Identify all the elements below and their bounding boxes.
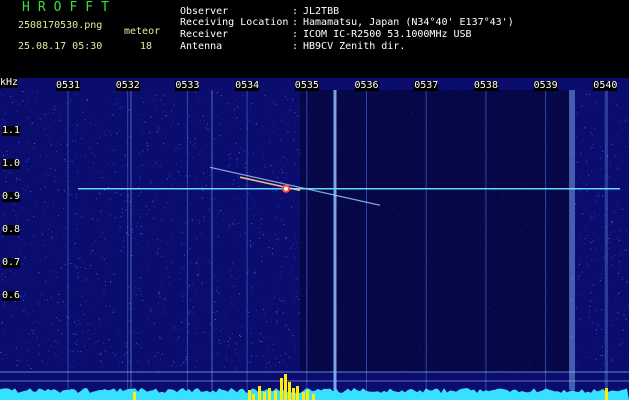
y-axis-unit: kHz	[0, 78, 19, 88]
signal-level-bar	[274, 391, 277, 400]
x-tick-label: 0535	[294, 80, 319, 91]
antenna-value: HB9CV Zenith dir.	[303, 41, 406, 52]
app-title: HROFFT	[22, 0, 117, 15]
location-label: Receiving Location	[180, 17, 289, 28]
x-tick-label: 0536	[354, 80, 379, 91]
signal-level-bar	[306, 390, 309, 400]
signal-level-bar	[292, 388, 295, 400]
y-tick-label: 1.1	[2, 125, 21, 136]
interference-streak	[211, 90, 213, 390]
y-tick-label: 0.6	[2, 290, 21, 301]
x-tick-label: 0533	[175, 80, 200, 91]
signal-level-bar	[288, 382, 291, 400]
signal-level-bar	[312, 394, 315, 400]
x-tick-label: 0537	[414, 80, 439, 91]
signal-level-bar	[248, 390, 251, 400]
signal-level-bar	[133, 392, 136, 400]
receiver-colon: :	[292, 29, 299, 40]
datetime-label: 25.08.17 05:30	[18, 41, 103, 52]
y-tick-label: 0.9	[2, 191, 21, 202]
antenna-label: Antenna	[180, 41, 223, 52]
spectrogram-plot: kHz 0531 0532 0533 0534 0535 0536 0537 0538 0539…	[0, 78, 629, 400]
y-tick-label: 0.7	[2, 257, 21, 268]
x-tick-label: 0531	[56, 80, 81, 91]
signal-level-bar	[258, 386, 261, 400]
meteor-head-core	[284, 186, 288, 191]
interference-streak	[569, 90, 575, 390]
antenna-colon: :	[292, 41, 299, 52]
spectrogram-canvas	[0, 90, 629, 400]
x-tick-label: 0538	[473, 80, 498, 91]
location-value: Hamamatsu, Japan (N34°40' E137°43')	[303, 17, 514, 28]
signal-level-bar	[268, 388, 271, 400]
interference-streak	[130, 90, 132, 390]
signal-level-bar	[280, 378, 283, 400]
header-panel: HROFFT 2508170530.png meteor 25.08.17 05…	[0, 0, 629, 78]
x-tick-label: 0539	[533, 80, 558, 91]
filename-label: 2508170530.png	[18, 20, 103, 31]
signal-level-bar	[252, 394, 255, 400]
signal-level-bar	[284, 374, 287, 400]
signal-level-bar	[302, 392, 305, 400]
location-colon: :	[292, 17, 299, 28]
receiver-label: Receiver	[180, 29, 229, 40]
receiver-value: ICOM IC-R2500 53.1000MHz USB	[303, 29, 472, 40]
signal-level-bar	[263, 392, 266, 400]
meteor-count-label: meteor	[124, 26, 161, 37]
meteor-count-value: 18	[140, 41, 153, 52]
interference-streak	[333, 90, 337, 390]
interference-streak	[606, 90, 608, 390]
signal-level-bar	[296, 386, 299, 400]
x-tick-label: 0532	[115, 80, 140, 91]
y-tick-label: 0.8	[2, 224, 21, 235]
x-tick-label: 0534	[235, 80, 260, 91]
signal-level-bar	[605, 388, 608, 400]
x-tick-label: 0540	[593, 80, 618, 91]
y-tick-label: 1.0	[2, 158, 21, 169]
quiet-band	[300, 90, 570, 372]
